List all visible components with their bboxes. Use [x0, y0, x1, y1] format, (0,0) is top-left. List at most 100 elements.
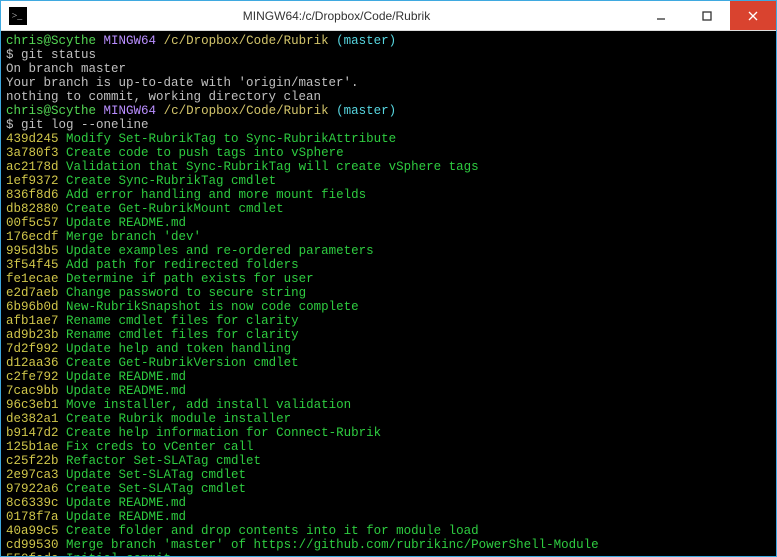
- git-log-row: db82880 Create Get-RubrikMount cmdlet: [6, 202, 771, 216]
- maximize-button[interactable]: [684, 1, 730, 30]
- commit-hash: 97922a6: [6, 482, 59, 496]
- commit-hash: 176ecdf: [6, 230, 59, 244]
- prompt-env: MINGW64: [104, 104, 157, 118]
- terminal-viewport[interactable]: chris@Scythe MINGW64 /c/Dropbox/Code/Rub…: [1, 31, 776, 556]
- prompt-user-host: chris@Scythe: [6, 104, 96, 118]
- git-log-row: b9147d2 Create help information for Conn…: [6, 426, 771, 440]
- commit-message: Update README.md: [66, 370, 186, 384]
- commit-hash: cd99530: [6, 538, 59, 552]
- command-line: $ git status: [6, 48, 771, 62]
- prompt-path: /c/Dropbox/Code/Rubrik: [164, 104, 329, 118]
- commit-message: Merge branch 'master' of https://github.…: [66, 538, 599, 552]
- commit-hash: e2d7aeb: [6, 286, 59, 300]
- commit-hash: 836f8d6: [6, 188, 59, 202]
- window-titlebar: >_ MINGW64:/c/Dropbox/Code/Rubrik: [1, 1, 776, 31]
- commit-hash: 6b96b0d: [6, 300, 59, 314]
- git-log-row: 836f8d6 Add error handling and more moun…: [6, 188, 771, 202]
- git-log-row: 6b96b0d New-RubrikSnapshot is now code c…: [6, 300, 771, 314]
- commit-message: Update README.md: [66, 216, 186, 230]
- commit-hash: ad9b23b: [6, 328, 59, 342]
- prompt-branch: (master): [336, 104, 396, 118]
- commit-message: Create Rubrik module installer: [66, 412, 291, 426]
- command-line: $ git log --oneline: [6, 118, 771, 132]
- git-log-row: ad9b23b Rename cmdlet files for clarity: [6, 328, 771, 342]
- status-output: Your branch is up-to-date with 'origin/m…: [6, 76, 771, 90]
- prompt-line: chris@Scythe MINGW64 /c/Dropbox/Code/Rub…: [6, 104, 771, 118]
- close-button[interactable]: [730, 1, 776, 30]
- git-log-row: 550fade Initial commit: [6, 552, 771, 556]
- prompt-branch: (master): [336, 34, 396, 48]
- commit-hash: 439d245: [6, 132, 59, 146]
- status-output: On branch master: [6, 62, 771, 76]
- commit-message: Move installer, add install validation: [66, 398, 351, 412]
- git-log-row: 40a99c5 Create folder and drop contents …: [6, 524, 771, 538]
- git-log-row: 97922a6 Create Set-SLATag cmdlet: [6, 482, 771, 496]
- git-log-row: ac2178d Validation that Sync-RubrikTag w…: [6, 160, 771, 174]
- commit-message: Create folder and drop contents into it …: [66, 524, 479, 538]
- commit-hash: db82880: [6, 202, 59, 216]
- prompt-path: /c/Dropbox/Code/Rubrik: [164, 34, 329, 48]
- prompt-env: MINGW64: [104, 34, 157, 48]
- minimize-button[interactable]: [638, 1, 684, 30]
- commit-hash: 96c3eb1: [6, 398, 59, 412]
- commit-message: Update help and token handling: [66, 342, 291, 356]
- git-log-row: c25f22b Refactor Set-SLATag cmdlet: [6, 454, 771, 468]
- window-title: MINGW64:/c/Dropbox/Code/Rubrik: [35, 9, 638, 23]
- commit-hash: 40a99c5: [6, 524, 59, 538]
- window-controls: [638, 1, 776, 30]
- commit-message: Merge branch 'dev': [66, 230, 201, 244]
- prompt-line: chris@Scythe MINGW64 /c/Dropbox/Code/Rub…: [6, 34, 771, 48]
- git-log-row: 96c3eb1 Move installer, add install vali…: [6, 398, 771, 412]
- commit-message: Determine if path exists for user: [66, 272, 314, 286]
- commit-message: Create code to push tags into vSphere: [66, 146, 344, 160]
- commit-hash: 3f54f45: [6, 258, 59, 272]
- commit-hash: 125b1ae: [6, 440, 59, 454]
- commit-hash: 00f5c57: [6, 216, 59, 230]
- git-log-row: afb1ae7 Rename cmdlet files for clarity: [6, 314, 771, 328]
- git-log-row: c2fe792 Update README.md: [6, 370, 771, 384]
- commit-message: New-RubrikSnapshot is now code complete: [66, 300, 359, 314]
- commit-message: Create Sync-RubrikTag cmdlet: [66, 174, 276, 188]
- commit-hash: d12aa36: [6, 356, 59, 370]
- commit-message: Update README.md: [66, 510, 186, 524]
- git-log-row: 2e97ca3 Update Set-SLATag cmdlet: [6, 468, 771, 482]
- commit-hash: 1ef9372: [6, 174, 59, 188]
- commit-message: Validation that Sync-RubrikTag will crea…: [66, 160, 479, 174]
- commit-hash: afb1ae7: [6, 314, 59, 328]
- commit-hash: 995d3b5: [6, 244, 59, 258]
- git-log-row: 8c6339c Update README.md: [6, 496, 771, 510]
- commit-hash: c2fe792: [6, 370, 59, 384]
- git-log-row: e2d7aeb Change password to secure string: [6, 286, 771, 300]
- commit-message: Change password to secure string: [66, 286, 306, 300]
- svg-text:>_: >_: [12, 10, 24, 21]
- commit-hash: ac2178d: [6, 160, 59, 174]
- commit-hash: c25f22b: [6, 454, 59, 468]
- git-log-row: 995d3b5 Update examples and re-ordered p…: [6, 244, 771, 258]
- commit-message: Create Set-SLATag cmdlet: [66, 482, 246, 496]
- commit-hash: 8c6339c: [6, 496, 59, 510]
- commit-message: Add path for redirected folders: [66, 258, 299, 272]
- commit-hash: 7cac9bb: [6, 384, 59, 398]
- git-log-row: d12aa36 Create Get-RubrikVersion cmdlet: [6, 356, 771, 370]
- commit-hash: 0178f7a: [6, 510, 59, 524]
- commit-hash: 550fade: [6, 552, 59, 556]
- status-output: nothing to commit, working directory cle…: [6, 90, 771, 104]
- git-log-row: 176ecdf Merge branch 'dev': [6, 230, 771, 244]
- prompt-user-host: chris@Scythe: [6, 34, 96, 48]
- git-log-row: 7cac9bb Update README.md: [6, 384, 771, 398]
- commit-message: Fix creds to vCenter call: [66, 440, 254, 454]
- commit-message: Modify Set-RubrikTag to Sync-RubrikAttri…: [66, 132, 396, 146]
- commit-hash: 7d2f992: [6, 342, 59, 356]
- commit-hash: 3a780f3: [6, 146, 59, 160]
- commit-message: Update README.md: [66, 384, 186, 398]
- commit-message: Create help information for Connect-Rubr…: [66, 426, 381, 440]
- commit-message: Create Get-RubrikMount cmdlet: [66, 202, 284, 216]
- commit-message: Rename cmdlet files for clarity: [66, 328, 299, 342]
- git-log-row: 1ef9372 Create Sync-RubrikTag cmdlet: [6, 174, 771, 188]
- commit-message: Refactor Set-SLATag cmdlet: [66, 454, 261, 468]
- commit-hash: de382a1: [6, 412, 59, 426]
- commit-hash: b9147d2: [6, 426, 59, 440]
- commit-message: Initial commit: [66, 552, 171, 556]
- commit-message: Update README.md: [66, 496, 186, 510]
- git-log-row: 7d2f992 Update help and token handling: [6, 342, 771, 356]
